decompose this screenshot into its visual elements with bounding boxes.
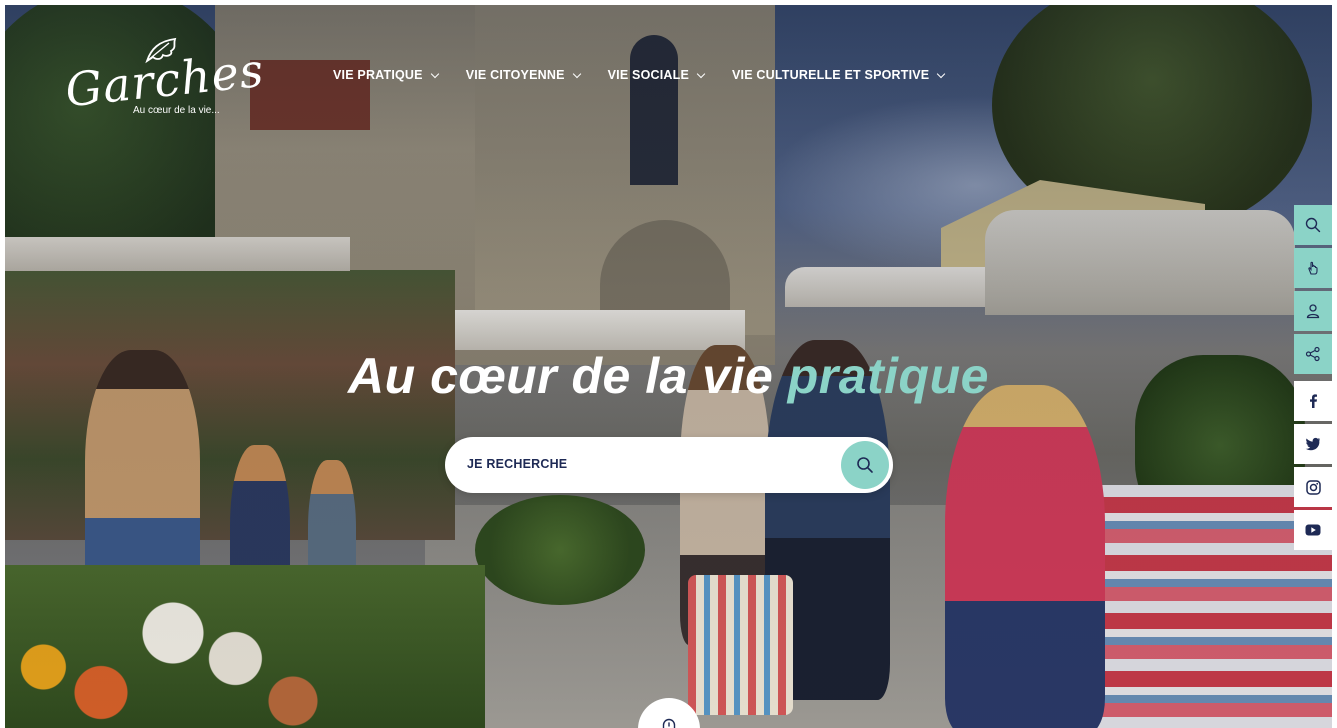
search-icon <box>857 457 873 473</box>
side-instagram-button[interactable] <box>1294 467 1332 507</box>
nav-item-label: VIE CULTURELLE ET SPORTIVE <box>732 68 930 82</box>
hero-title: Au cœur de la vie pratique <box>5 347 1332 405</box>
search-icon <box>1305 217 1321 233</box>
logo-tagline: Au cœur de la vie... <box>133 105 220 116</box>
nav-item-label: VIE PRATIQUE <box>333 68 423 82</box>
side-share-button[interactable] <box>1294 334 1332 374</box>
side-youtube-button[interactable] <box>1294 510 1332 550</box>
main-navigation: VIE PRATIQUE VIE CITOYENNE VIE SOCIALE V… <box>333 68 946 82</box>
side-quick-access-button[interactable] <box>1294 248 1332 288</box>
share-icon <box>1305 346 1320 362</box>
twitter-icon <box>1305 437 1320 451</box>
youtube-icon <box>1305 524 1321 536</box>
mouse-icon <box>662 718 676 728</box>
chevron-down-icon <box>572 69 581 78</box>
nav-item-vie-pratique[interactable]: VIE PRATIQUE <box>333 68 439 82</box>
nav-item-label: VIE CITOYENNE <box>465 68 565 82</box>
page-frame: Garches Au cœur de la vie... VIE PRATIQU… <box>5 5 1332 728</box>
chevron-down-icon <box>937 69 946 78</box>
side-account-button[interactable] <box>1294 291 1332 331</box>
hand-pointer-icon <box>1308 261 1318 275</box>
search-button[interactable] <box>841 441 889 489</box>
nav-item-vie-citoyenne[interactable]: VIE CITOYENNE <box>465 68 581 82</box>
hero-title-accent: pratique <box>787 348 989 404</box>
instagram-icon <box>1305 479 1321 495</box>
search-label: JE RECHERCHE <box>467 457 568 471</box>
side-search-button[interactable] <box>1294 205 1332 245</box>
chevron-down-icon <box>696 69 706 78</box>
search-bar[interactable]: JE RECHERCHE <box>445 437 893 493</box>
side-toolbar <box>1294 205 1332 553</box>
user-icon <box>1306 304 1320 319</box>
facebook-icon <box>1310 394 1317 408</box>
hero-title-main: Au cœur de la vie <box>348 348 788 404</box>
chevron-down-icon <box>430 69 439 78</box>
nav-item-label: VIE SOCIALE <box>607 68 689 82</box>
nav-item-vie-sociale[interactable]: VIE SOCIALE <box>607 68 706 82</box>
side-facebook-button[interactable] <box>1294 381 1332 421</box>
site-logo[interactable]: Garches Au cœur de la vie... <box>63 35 267 125</box>
nav-item-vie-culturelle-et-sportive[interactable]: VIE CULTURELLE ET SPORTIVE <box>732 68 946 82</box>
side-twitter-button[interactable] <box>1294 424 1332 464</box>
